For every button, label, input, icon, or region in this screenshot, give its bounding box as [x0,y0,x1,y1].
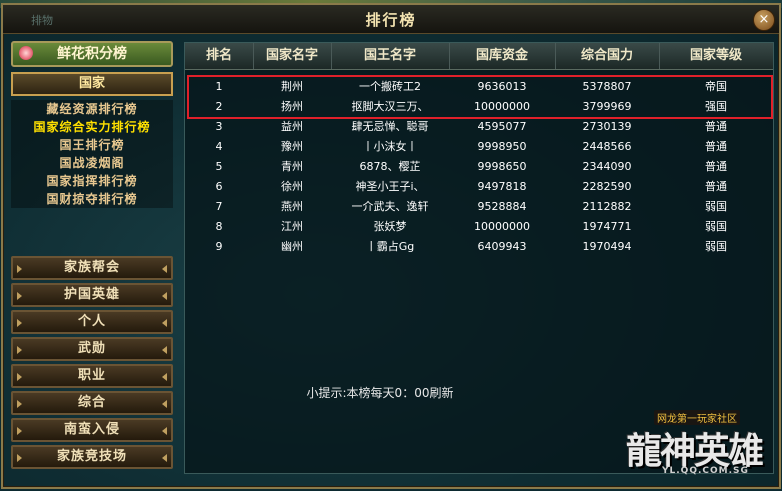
cell-king: 肆无忌惮、聪哥 [351,120,429,133]
table-row[interactable]: 7 燕州 一介武夫、逸轩 9528884 2112882 弱国 [185,197,773,217]
overall-button[interactable]: 综合 [11,391,173,415]
cell-country: 荆州 [281,80,303,93]
sub-item-war-hall[interactable]: 国战凌烟阁 [11,154,173,172]
table-body: 1 荆州 一个搬砖工2 9636013 5378807 帝国 2 扬州 抠脚大汉三万、 10000… [185,77,773,257]
cell-country: 扬州 [281,100,303,113]
table-row[interactable]: 2 扬州 抠脚大汉三万、 10000000 3799969 强国 [185,97,773,117]
cell-treasury: 9528884 [477,200,527,213]
sub-item-strength-ranking[interactable]: 国家综合实力排行榜 [11,118,173,136]
header-power: 综合国力 [555,43,660,69]
table-header: 排名 国家名字 国王名字 国库资金 综合国力 国家等级 [185,43,773,70]
title-bar[interactable]: 排物 排行榜 × [3,5,779,34]
cell-power: 1974771 [582,220,632,233]
close-button[interactable]: × [753,9,775,31]
cell-rank: 7 [215,200,223,213]
cell-rank: 1 [215,80,223,93]
cell-king: 抠脚大汉三万、 [351,100,429,113]
cell-king: 张妖梦 [373,220,407,233]
cell-power: 2730139 [582,120,632,133]
cell-level: 普通 [705,160,727,173]
cell-power: 2448566 [582,140,632,153]
cell-level: 弱国 [705,200,727,213]
cell-country: 燕州 [281,200,303,213]
cell-king: 丨霸占Gg [365,240,415,253]
sub-item-resource-ranking[interactable]: 藏经资源排行榜 [11,100,173,118]
table-row[interactable]: 1 荆州 一个搬砖工2 9636013 5378807 帝国 [185,77,773,97]
left-nav: 鲜花积分榜 国家 藏经资源排行榜 国家综合实力排行榜 国王排行榜 国战凌烟阁 国… [10,38,176,478]
cell-rank: 8 [215,220,223,233]
cell-country: 江州 [281,220,303,233]
cell-level: 弱国 [705,240,727,253]
cell-level: 弱国 [705,220,727,233]
cell-level: 普通 [705,140,727,153]
cell-rank: 4 [215,140,223,153]
family-guild-button[interactable]: 家族帮会 [11,256,173,280]
personal-button[interactable]: 个人 [11,310,173,334]
cell-treasury: 6409943 [477,240,527,253]
header-level: 国家等级 [689,48,742,63]
cell-country: 豫州 [281,140,303,153]
table-row[interactable]: 3 益州 肆无忌惮、聪哥 4595077 2730139 普通 [185,117,773,137]
cell-rank: 9 [215,240,223,253]
profession-button[interactable]: 职业 [11,364,173,388]
cell-country: 幽州 [281,240,303,253]
family-arena-button[interactable]: 家族竞技场 [11,445,173,469]
table-row[interactable]: 4 豫州 丨小沫女丨 9998950 2448566 普通 [185,137,773,157]
cell-treasury: 9998650 [477,160,527,173]
flower-icon [19,46,33,60]
country-category-button[interactable]: 国家 [11,72,173,96]
cell-king: 神圣小王子i、 [355,180,425,193]
cell-rank: 2 [215,100,223,113]
window-title: 排行榜 [365,11,417,29]
cell-level: 帝国 [705,80,727,93]
cell-king: 一介武夫、逸轩 [351,200,429,213]
table-row[interactable]: 9 幽州 丨霸占Gg 6409943 1970494 弱国 [185,237,773,257]
cell-level: 普通 [705,120,727,133]
cell-power: 2112882 [582,200,632,213]
cell-level: 强国 [705,100,727,113]
cell-treasury: 9636013 [477,80,527,93]
table-row[interactable]: 8 江州 张妖梦 10000000 1974771 弱国 [185,217,773,237]
flower-points-ranking-button[interactable]: 鲜花积分榜 [11,41,173,67]
cell-country: 青州 [281,160,303,173]
cell-power: 2344090 [582,160,632,173]
cell-country: 益州 [281,120,303,133]
table-row[interactable]: 6 徐州 神圣小王子i、 9497818 2282590 普通 [185,177,773,197]
cell-power: 3799969 [582,100,632,113]
cell-level: 普通 [705,180,727,193]
refresh-hint: 小提示:本榜每天0：00刷新 [306,386,454,400]
cell-treasury: 9497818 [477,180,527,193]
cell-power: 1970494 [582,240,632,253]
logo-url: YL.QQ.COM.SG [662,466,749,476]
header-treasury: 国库资金 [449,43,556,69]
flower-points-label: 鲜花积分榜 [57,46,127,62]
cell-king: 6878、樱芷 [359,160,421,173]
cell-king: 一个搬砖工2 [359,80,421,93]
cell-rank: 6 [215,180,223,193]
cell-country: 徐州 [281,180,303,193]
header-king: 国王名字 [331,43,450,69]
sub-item-command-ranking[interactable]: 国家指挥排行榜 [11,172,173,190]
cell-power: 2282590 [582,180,632,193]
game-logo: 网龙第一玩家社区 龍神英雄 YL.QQ.COM.SG [612,408,778,484]
cell-treasury: 10000000 [474,100,530,113]
cell-rank: 3 [215,120,223,133]
barbarian-invasion-button[interactable]: 南蛮入侵 [11,418,173,442]
cell-king: 丨小沫女丨 [362,140,418,153]
cell-treasury: 10000000 [474,220,530,233]
table-row[interactable]: 5 青州 6878、樱芷 9998650 2344090 普通 [185,157,773,177]
cell-rank: 5 [215,160,223,173]
cell-power: 5378807 [582,80,632,93]
cell-treasury: 9998950 [477,140,527,153]
header-rank: 排名 [185,43,254,69]
military-merit-button[interactable]: 武勋 [11,337,173,361]
cell-treasury: 4595077 [477,120,527,133]
guardian-hero-button[interactable]: 护国英雄 [11,283,173,307]
header-country: 国家名字 [253,43,332,69]
sub-item-plunder-ranking[interactable]: 国财掠夺排行榜 [11,190,173,208]
sub-item-king-ranking[interactable]: 国王排行榜 [11,136,173,154]
country-sub-list: 藏经资源排行榜 国家综合实力排行榜 国王排行榜 国战凌烟阁 国家指挥排行榜 国财… [11,100,173,208]
